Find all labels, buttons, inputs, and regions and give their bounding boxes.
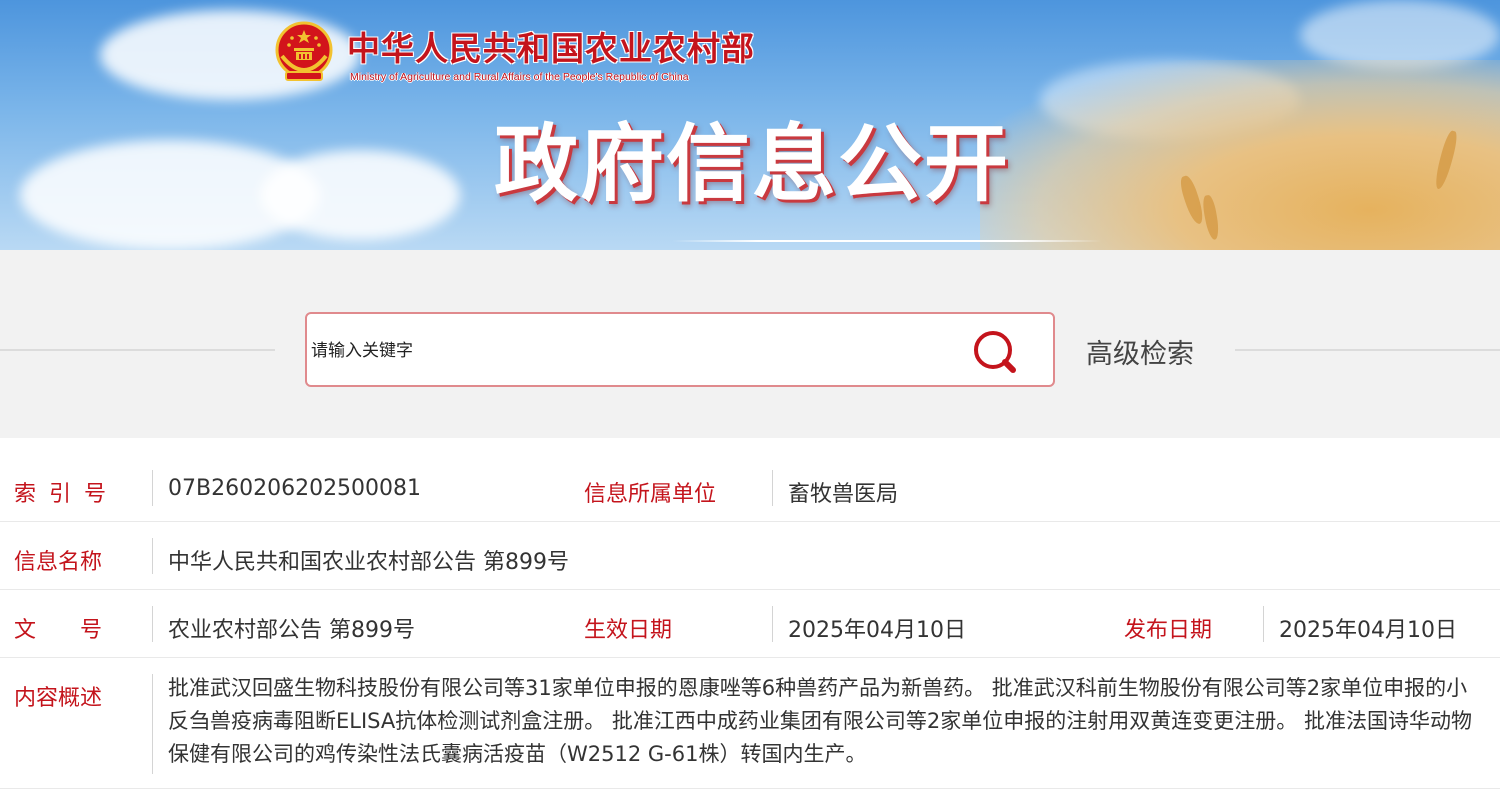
search-icon	[974, 331, 1016, 373]
banner-underline	[672, 240, 1102, 242]
search-box	[305, 312, 1055, 387]
wheat-field-decoration	[980, 60, 1500, 250]
search-button[interactable]	[967, 324, 1027, 379]
cloud-decoration	[260, 150, 460, 240]
unit-value: 畜牧兽医局	[788, 482, 899, 507]
ministry-name-cn: 中华人民共和国农业农村部	[347, 29, 755, 68]
divider	[152, 674, 153, 774]
divider	[152, 470, 153, 506]
header-banner: 中华人民共和国农业农村部 Ministry of Agriculture and…	[0, 0, 1500, 250]
divider	[152, 606, 153, 642]
divider	[772, 606, 773, 642]
docno-label: 文 号	[14, 618, 103, 643]
divider	[772, 470, 773, 506]
summary-label: 内容概述	[14, 686, 103, 711]
divider	[1263, 606, 1264, 642]
info-row-index: 索 引 号 07B260206202500081 信息所属单位 畜牧兽医局	[0, 454, 1500, 522]
summary-value: 批准武汉回盛生物科技股份有限公司等31家单位申报的恩康唑等6种兽药产品为新兽药。…	[168, 676, 1472, 766]
unit-label: 信息所属单位	[584, 482, 717, 507]
name-label: 信息名称	[14, 550, 103, 575]
national-emblem-icon	[275, 21, 333, 81]
divider	[152, 538, 153, 574]
info-row-name: 信息名称 中华人民共和国农业农村部公告 第899号	[0, 522, 1500, 590]
divider-left	[0, 349, 275, 351]
ministry-name-en: Ministry of Agriculture and Rural Affair…	[350, 71, 689, 83]
name-value: 中华人民共和国农业农村部公告 第899号	[168, 550, 569, 575]
effective-date-label: 生效日期	[584, 618, 673, 643]
effective-date-value: 2025年04月10日	[788, 618, 966, 643]
index-label: 索 引 号	[14, 482, 109, 507]
index-value: 07B260206202500081	[168, 476, 422, 501]
divider-right	[1235, 349, 1500, 351]
docno-value: 农业农村部公告 第899号	[168, 618, 415, 643]
banner-title: 政府信息公开	[494, 115, 1011, 213]
advanced-search-link[interactable]: 高级检索	[1086, 332, 1194, 371]
search-input[interactable]	[309, 332, 953, 370]
publish-date-label: 发布日期	[1124, 618, 1213, 643]
publish-date-value: 2025年04月10日	[1279, 618, 1457, 643]
info-row-docno: 文 号 农业农村部公告 第899号 生效日期 2025年04月10日 发布日期 …	[0, 590, 1500, 658]
